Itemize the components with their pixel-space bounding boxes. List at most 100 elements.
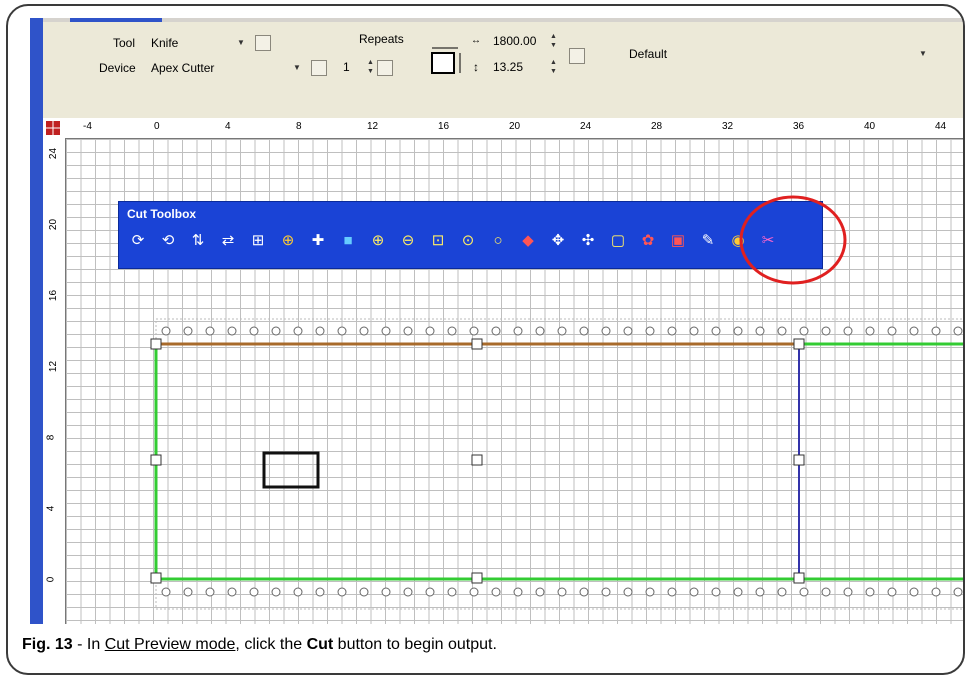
ruler-h-label: 4 (225, 121, 231, 132)
pin-hole (425, 587, 435, 597)
pin-hole (645, 326, 655, 336)
repeats-spinner[interactable]: ▲ ▼ (366, 58, 375, 76)
ruler-v-label: 8 (45, 434, 57, 441)
fill-icon[interactable]: ■ (340, 232, 356, 249)
top-pin-holes (161, 326, 963, 336)
ruler-h-label: 28 (651, 121, 663, 132)
ruler-v-label: 24 (48, 147, 60, 160)
pin-hole (557, 587, 567, 597)
caption-text-3: button to begin output. (333, 636, 497, 653)
pin-hole (887, 326, 897, 336)
pin-hole (909, 587, 919, 597)
width-arrow-icon: ↔ (471, 35, 481, 46)
size-icon (430, 44, 466, 80)
pin-hole (381, 587, 391, 597)
flip-icon[interactable]: ⇅ (190, 232, 206, 249)
pin-hole (469, 326, 479, 336)
pin-hole (381, 326, 391, 336)
zoom-out-icon[interactable]: ⊖ (400, 232, 416, 249)
mirror-icon[interactable]: ⇄ (220, 232, 236, 249)
color-icon[interactable]: ▣ (670, 232, 686, 249)
redo-icon[interactable]: ⟳ (130, 232, 146, 249)
pin-hole (887, 587, 897, 597)
size-lock-button[interactable] (569, 48, 585, 64)
pin-hole (733, 587, 743, 597)
pin-hole (513, 587, 523, 597)
undo-icon[interactable]: ⟲ (160, 232, 176, 249)
pin-hole (799, 587, 809, 597)
pin-hole (249, 326, 259, 336)
horizontal-ruler: -4 0 4 8 12 16 20 24 28 32 36 40 44 (43, 118, 963, 139)
ruler-h-label: 32 (722, 121, 734, 132)
ruler-h-label: 24 (580, 121, 592, 132)
figure-caption: Fig. 13 - In Cut Preview mode, click the… (22, 636, 497, 654)
ruler-origin-icon[interactable] (43, 118, 65, 138)
pin-hole (909, 326, 919, 336)
repeats-label: Repeats (359, 32, 404, 46)
chevron-down-icon[interactable]: ▼ (915, 45, 931, 63)
pin-hole (865, 587, 875, 597)
pin-hole (931, 326, 941, 336)
cut-toolbox-title: Cut Toolbox (127, 207, 197, 221)
device-settings-button[interactable] (311, 60, 327, 76)
pin-hole (777, 587, 787, 597)
ruler-h-label: 8 (296, 121, 302, 132)
width-spinner[interactable]: ▲ ▼ (549, 32, 558, 50)
tool-select[interactable]: Knife ▼ (149, 34, 249, 52)
move-points-icon[interactable]: ✣ (580, 232, 596, 249)
tool-settings-button[interactable] (255, 35, 271, 51)
pin-hole (667, 587, 677, 597)
move-icon[interactable]: ✥ (550, 232, 566, 249)
crosshair-icon[interactable]: ✚ (310, 232, 326, 249)
pin-hole (821, 326, 831, 336)
zoom-selection-icon[interactable]: ⊙ (460, 232, 476, 249)
select-icon[interactable]: ▢ (610, 232, 626, 249)
pin-hole (403, 587, 413, 597)
weed-icon[interactable]: ✿ (640, 232, 656, 249)
pin-hole (227, 326, 237, 336)
ruler-h-label: 16 (438, 121, 450, 132)
pin-hole (359, 326, 369, 336)
repeats-value[interactable]: 1 (343, 60, 350, 74)
pin-hole (601, 587, 611, 597)
height-value[interactable]: 13.25 (493, 60, 523, 74)
pin-hole (623, 587, 633, 597)
application-screenshot: Tool Knife ▼ Device Apex Cutter ▼ Repeat… (30, 18, 963, 624)
height-spinner[interactable]: ▲ ▼ (549, 58, 558, 76)
height-arrow-icon: ↕ (473, 60, 479, 74)
pin-hole (359, 587, 369, 597)
zoom-fit-icon[interactable]: ⊡ (430, 232, 446, 249)
profile-select[interactable]: Default ▼ (627, 45, 931, 63)
zoom-in-icon[interactable]: ⊕ (370, 232, 386, 249)
device-value: Apex Cutter (151, 61, 215, 75)
pin-hole (579, 326, 589, 336)
ruler-v-label: 4 (45, 505, 57, 512)
knife-icon[interactable]: ◆ (520, 232, 536, 249)
pen-icon[interactable]: ✎ (700, 232, 716, 249)
chevron-down-icon[interactable]: ▼ (233, 34, 249, 52)
pin-hole (711, 587, 721, 597)
device-select[interactable]: Apex Cutter ▼ (149, 59, 305, 77)
ruler-h-label: 36 (793, 121, 805, 132)
figure-number: Fig. 13 (22, 636, 73, 653)
grid-icon[interactable]: ⊞ (250, 232, 266, 249)
selection-handles[interactable] (150, 338, 805, 584)
pin-hole (689, 326, 699, 336)
zoom-icon[interactable]: ○ (490, 232, 506, 249)
caption-cut: Cut (306, 636, 334, 653)
repeats-options-button[interactable] (377, 60, 393, 76)
target-icon[interactable]: ⊕ (280, 232, 296, 249)
figure-frame: Tool Knife ▼ Device Apex Cutter ▼ Repeat… (6, 4, 965, 675)
cut-shape[interactable] (262, 451, 320, 489)
pin-hole (953, 326, 963, 336)
width-value[interactable]: 1800.00 (493, 34, 536, 48)
ruler-h-label: 20 (509, 121, 521, 132)
pin-hole (315, 587, 325, 597)
chevron-down-icon[interactable]: ▼ (289, 59, 305, 77)
ruler-h-label: 12 (367, 121, 379, 132)
cut-toolbox-window[interactable]: Cut Toolbox ⟳ ⟲ ⇅ ⇄ ⊞ ⊕ ✚ ■ ⊕ ⊖ ⊡ ⊙ ○ ◆ ✥ ✣ ▢ ✿ ▣ ✎ ◉ ✂ (118, 201, 823, 269)
pin-hole (579, 587, 589, 597)
pin-hole (623, 326, 633, 336)
profile-value: Default (629, 47, 668, 61)
ruler-v-label: 12 (48, 360, 60, 373)
